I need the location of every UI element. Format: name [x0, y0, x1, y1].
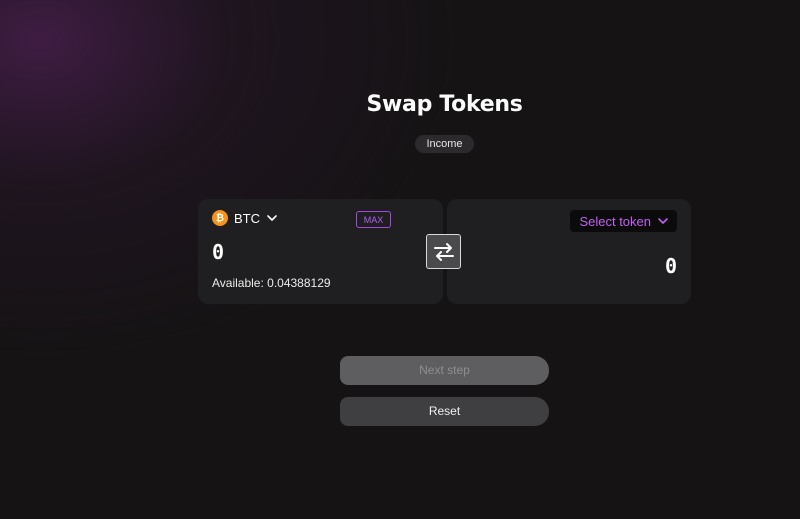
bitcoin-icon: ₿: [212, 210, 228, 226]
to-token-card: Select token 0: [447, 199, 691, 304]
next-step-button[interactable]: Next step: [340, 356, 549, 385]
swap-arrows-icon: [433, 242, 454, 261]
from-token-selector[interactable]: ₿ BTC: [212, 210, 278, 226]
select-token-button[interactable]: Select token: [570, 210, 677, 232]
available-balance: Available: 0.04388129: [212, 276, 331, 290]
chevron-down-icon: [658, 218, 668, 224]
to-amount: 0: [664, 254, 677, 278]
max-button[interactable]: MAX: [356, 211, 391, 228]
from-token-label: BTC: [234, 210, 260, 226]
reset-button[interactable]: Reset: [340, 397, 549, 426]
from-amount-input[interactable]: 0: [212, 240, 224, 264]
swap-direction-button[interactable]: [426, 234, 461, 269]
chevron-down-icon: [267, 215, 277, 221]
select-token-label: Select token: [579, 213, 651, 229]
page-title: Swap Tokens: [366, 92, 523, 117]
from-token-card: ₿ BTC MAX 0 Available: 0.04388129: [198, 199, 443, 304]
income-tag[interactable]: Income: [415, 135, 474, 153]
